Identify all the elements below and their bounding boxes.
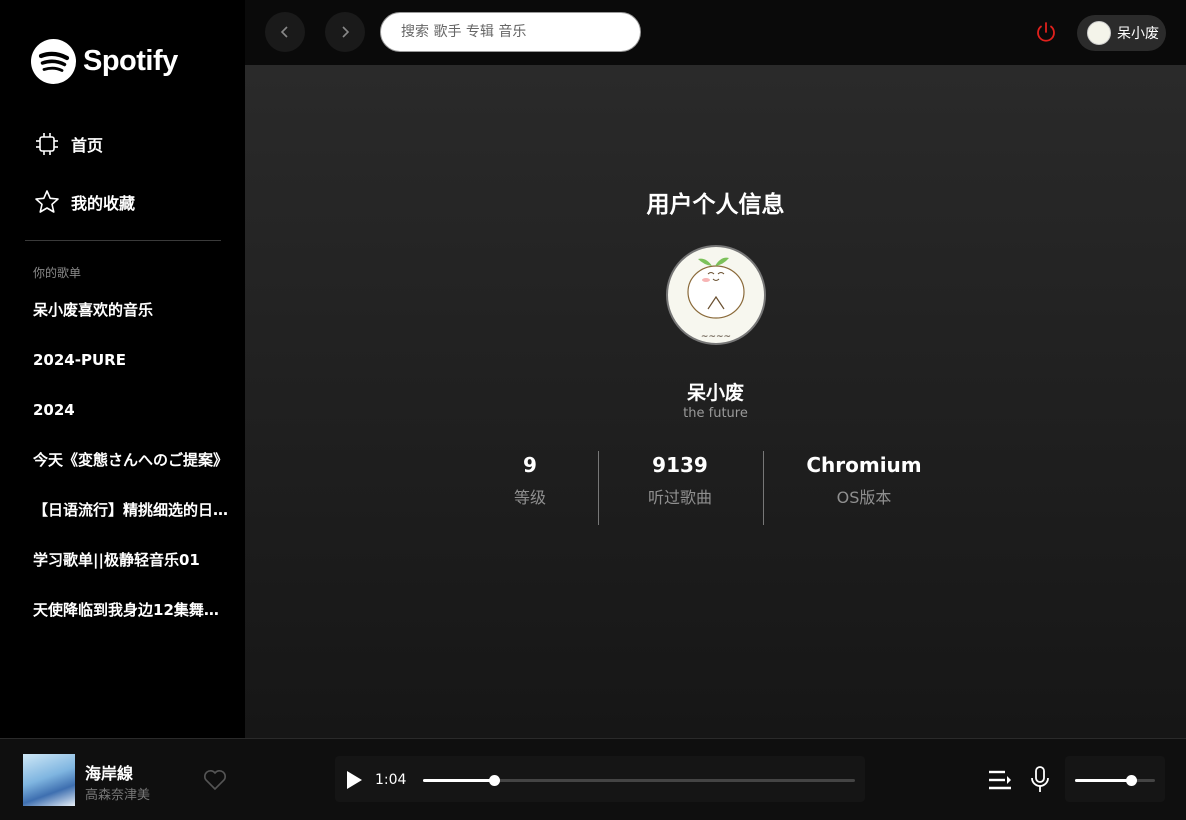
volume-fill (1075, 779, 1131, 782)
forward-button[interactable] (325, 12, 365, 52)
avatar (1087, 21, 1111, 45)
stat-label: 听过歌曲 (647, 488, 712, 507)
playlist-list: 呆小废喜欢的音乐 2024-PURE 2024 今天《変態さんへのご提案》 【日… (33, 295, 233, 645)
power-button[interactable] (1034, 20, 1058, 44)
svg-text:~~~~: ~~~~ (701, 332, 731, 342)
top-bar: 呆小废 (245, 0, 1186, 65)
stat-level: 9 等级 (500, 451, 560, 508)
user-name: 呆小废 (1117, 26, 1159, 42)
play-icon (347, 771, 362, 789)
lyrics-button[interactable] (1030, 766, 1050, 794)
stat-value: 9 (523, 453, 537, 477)
nav-item-home[interactable]: 首页 (33, 126, 135, 161)
spotify-logo[interactable]: Spotify (31, 39, 178, 84)
nav-label: 首页 (71, 135, 104, 155)
like-button[interactable] (202, 767, 228, 793)
stat-value: 9139 (652, 453, 708, 477)
heart-icon (204, 770, 226, 791)
song-artist[interactable]: 高森奈津美 (85, 784, 150, 803)
sidebar: Spotify 首页 我的收藏 你的歌单 呆小废喜欢的音乐 2024-PURE … (0, 0, 245, 738)
spotify-icon (31, 39, 76, 84)
avatar-illustration-icon: ~~~~ (687, 257, 745, 342)
sidebar-divider (25, 240, 221, 241)
playlist-item[interactable]: 【日语流行】精挑细选的日语歌 (33, 495, 233, 545)
play-button[interactable] (343, 769, 365, 791)
playlist-item[interactable]: 今天《変態さんへのご提案》 (33, 445, 233, 495)
page-title: 用户个人信息 (646, 192, 785, 218)
playlist-item[interactable]: 学习歌单||极静轻音乐01 (33, 545, 233, 595)
stat-divider (598, 451, 599, 525)
microphone-icon (1031, 766, 1049, 792)
chevron-right-icon (342, 26, 350, 38)
stat-divider (763, 451, 764, 525)
power-icon (1037, 22, 1055, 42)
progress-bar[interactable] (423, 775, 855, 786)
stat-label: 等级 (513, 488, 546, 507)
stat-label: OS版本 (836, 488, 892, 507)
playlist-item[interactable]: 天使降临到我身边12集舞台剧 (33, 595, 233, 645)
playlist-section-title: 你的歌单 (33, 266, 82, 280)
nav-item-favorites[interactable]: 我的收藏 (33, 184, 135, 219)
playlist-item[interactable]: 2024-PURE (33, 345, 233, 395)
volume-knob[interactable] (1126, 775, 1137, 786)
stat-value: Chromium (806, 453, 922, 477)
search-input[interactable] (380, 12, 641, 52)
logo-text: Spotify (83, 45, 178, 77)
user-menu-button[interactable]: 呆小废 (1077, 15, 1166, 51)
song-title[interactable]: 海岸線 (85, 760, 133, 784)
profile-avatar: ~~~~ (666, 245, 766, 345)
current-time: 1:04 (375, 772, 407, 788)
stat-os-version: Chromium OS版本 (794, 451, 934, 508)
playlist-queue-button[interactable] (988, 769, 1012, 791)
chevron-left-icon (280, 26, 288, 38)
playlist-item[interactable]: 2024 (33, 395, 233, 445)
playlist-item[interactable]: 呆小废喜欢的音乐 (33, 295, 233, 345)
queue-icon (989, 770, 1011, 790)
nav-label: 我的收藏 (71, 193, 136, 213)
profile-username: 呆小废 (686, 382, 744, 404)
progress-fill (423, 779, 495, 782)
main-nav: 首页 我的收藏 (33, 126, 135, 242)
main-content: 用户个人信息 ~~~~ 呆小废 the future 9 等级 9139 听过歌… (245, 65, 1186, 738)
volume-slider[interactable] (1075, 775, 1155, 786)
stat-songs-listened: 9139 听过歌曲 (630, 451, 730, 508)
profile-signature: the future (683, 406, 748, 421)
chip-icon (33, 130, 61, 158)
player-bar: 海岸線 高森奈津美 1:04 (0, 738, 1186, 820)
back-button[interactable] (265, 12, 305, 52)
album-cover[interactable] (23, 754, 75, 806)
star-icon (33, 188, 61, 216)
